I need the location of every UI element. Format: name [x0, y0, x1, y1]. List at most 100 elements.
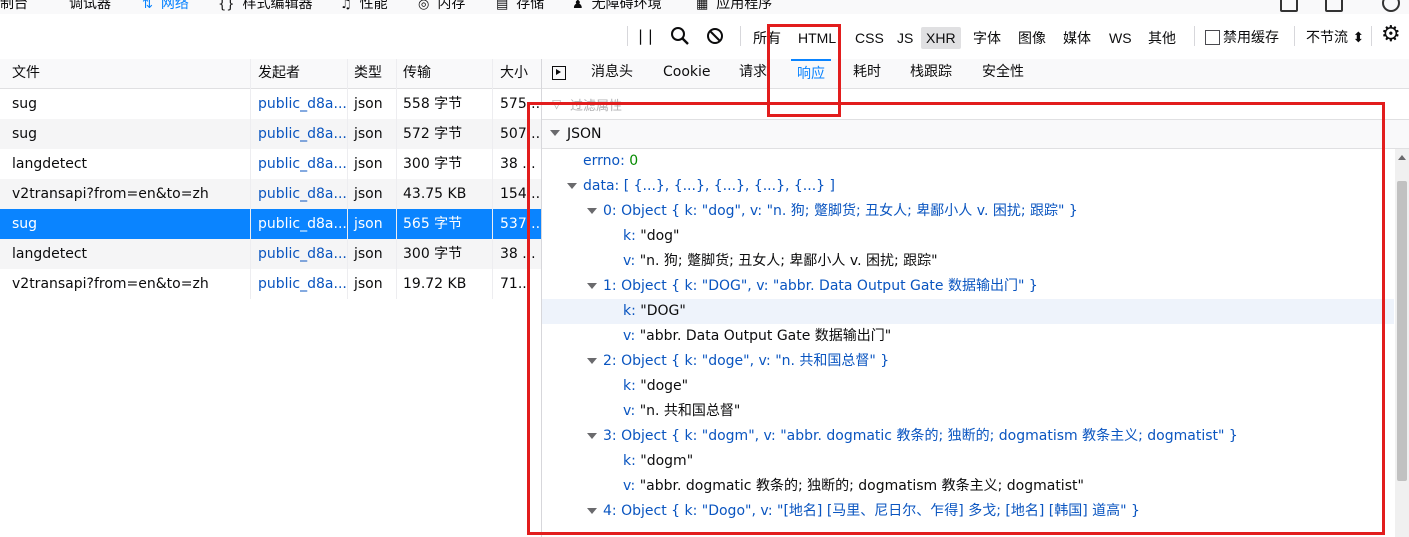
json-tree-node[interactable]: data: [ {...}, {...}, {...}, {...}, {...…	[542, 174, 1394, 199]
tab-memory[interactable]: ◎ 内存	[418, 0, 465, 13]
table-row[interactable]: v2transapi?from=en&to=zh public_d8a... jso…	[0, 179, 541, 209]
json-tree-node[interactable]: 3: Object { k: "dogm", v: "abbr. dogmati…	[542, 424, 1394, 449]
json-tree-node[interactable]: 0: Object { k: "dog", v: "n. 狗; 蹩脚货; 丑女人…	[542, 199, 1394, 224]
json-tree-node[interactable]: v: "n. 狗; 蹩脚货; 丑女人; 卑鄙小人 v. 困扰; 跟踪"	[542, 249, 1394, 274]
cell-file: v2transapi?from=en&to=zh	[12, 186, 209, 202]
network-icon: ⇅	[142, 0, 153, 12]
tab-style-editor[interactable]: {} 样式编辑器	[218, 0, 313, 13]
filter-media[interactable]: 媒体	[1058, 27, 1096, 49]
scroll-up-arrow-icon[interactable]	[1398, 155, 1406, 160]
header-transfer[interactable]: 传输	[391, 59, 491, 88]
expand-twisty-icon[interactable]	[587, 433, 597, 439]
json-separator: :	[611, 503, 622, 519]
json-key: v	[623, 328, 631, 344]
tab-storage[interactable]: ▤ 存储	[496, 0, 544, 13]
disable-cache-checkbox[interactable]	[1205, 30, 1220, 45]
json-tree-node[interactable]: 2: Object { k: "doge", v: "n. 共和国总督" }	[542, 349, 1394, 374]
tab-network[interactable]: ⇅ 网络	[142, 0, 189, 13]
gear-icon[interactable]: ⚙	[1381, 23, 1401, 47]
tab-debugger[interactable]: ⌒ 调试器	[48, 0, 111, 13]
json-separator: :	[611, 278, 622, 294]
filter-ws[interactable]: WS	[1104, 27, 1137, 49]
json-tree-node[interactable]: v: "abbr. dogmatic 教条的; 独断的; dogmatism 教…	[542, 474, 1394, 499]
search-icon[interactable]	[670, 26, 690, 51]
json-tree-node[interactable]: v: "abbr. Data Output Gate 数据输出门"	[542, 324, 1394, 349]
cell-initiator: public_d8a...	[258, 126, 346, 142]
performance-icon: ♫	[340, 0, 352, 12]
expand-twisty-icon[interactable]	[567, 183, 577, 189]
header-initiator[interactable]: 发起者	[246, 59, 346, 88]
expand-twisty-icon[interactable]	[587, 358, 597, 364]
filter-html[interactable]: HTML	[793, 27, 841, 49]
json-tree-node[interactable]: k: "dogm"	[542, 449, 1394, 474]
json-value: Object { k: "Dogo", v: "[地名] [马里、尼日尔、乍得]…	[621, 503, 1140, 519]
json-tree-node[interactable]: v: "n. 共和国总督"	[542, 399, 1394, 424]
column-divider	[396, 59, 397, 299]
filter-other[interactable]: 其他	[1143, 27, 1181, 49]
tab-headers[interactable]: 消息头	[585, 59, 639, 88]
tab-cookie[interactable]: Cookie	[657, 59, 717, 88]
cell-file: langdetect	[12, 246, 88, 262]
expand-twisty-icon[interactable]	[587, 208, 597, 214]
json-tree: errno: 0 data: [ {...}, {...}, {...}, {..…	[542, 149, 1394, 537]
toggle-sidebar-icon[interactable]	[552, 66, 566, 80]
disable-cache-label: 禁用缓存	[1223, 30, 1279, 46]
table-row[interactable]: v2transapi?from=en&to=zh public_d8a... jso…	[0, 269, 541, 299]
filter-js[interactable]: JS	[892, 27, 918, 49]
tab-security[interactable]: 安全性	[976, 59, 1030, 88]
filter-images[interactable]: 图像	[1013, 27, 1051, 49]
json-tree-node[interactable]: k: "dog"	[542, 224, 1394, 249]
tab-application[interactable]: ▦ 应用程序	[696, 0, 772, 13]
table-row[interactable]: langdetect public_d8a... json 300 字节 38 ...	[0, 239, 541, 269]
expand-twisty-icon[interactable]	[550, 130, 560, 136]
pause-icon[interactable]: | |	[638, 26, 653, 46]
table-row[interactable]: langdetect public_d8a... json 300 字节 38 ...	[0, 149, 541, 179]
json-tree-node[interactable]: 4: Object { k: "Dogo", v: "[地名] [马里、尼日尔、…	[542, 499, 1394, 524]
tab-performance[interactable]: ♫ 性能	[340, 0, 388, 13]
table-row[interactable]: sug public_d8a... json 565 字节 537...	[0, 209, 541, 239]
json-separator: :	[630, 328, 640, 344]
json-key: k	[623, 228, 632, 244]
json-section-header[interactable]: JSON	[542, 120, 1409, 149]
scrollbar[interactable]	[1395, 149, 1409, 537]
filter-css[interactable]: CSS	[850, 27, 889, 49]
application-icon: ▦	[696, 0, 709, 12]
responsive-mode-icon[interactable]	[1280, 0, 1298, 12]
header-size[interactable]: 大小	[488, 59, 541, 88]
header-file[interactable]: 文件	[0, 59, 251, 88]
tab-request[interactable]: 请求	[733, 59, 773, 88]
clear-icon[interactable]	[705, 26, 725, 51]
dock-icon[interactable]	[1325, 0, 1343, 12]
cell-transfer: 565 字节	[403, 216, 463, 232]
tab-response[interactable]: 响应	[791, 59, 831, 88]
json-key: errno	[583, 153, 621, 169]
json-tree-node[interactable]: 1: Object { k: "DOG", v: "abbr. Data Out…	[542, 274, 1394, 299]
accessibility-icon: ♟	[572, 0, 584, 12]
property-filter-input[interactable]	[568, 94, 1372, 116]
json-tree-node[interactable]: k: "doge"	[542, 374, 1394, 399]
tab-console[interactable]: 制台	[0, 0, 28, 13]
cell-initiator: public_d8a...	[258, 276, 346, 292]
json-tree-node[interactable]: k: "DOG"	[542, 299, 1394, 324]
tab-accessibility[interactable]: ♟ 无障碍环境	[572, 0, 662, 13]
throttle-select[interactable]: 不节流 ⬍	[1306, 28, 1364, 48]
table-row[interactable]: sug public_d8a... json 558 字节 575...	[0, 89, 541, 119]
expand-twisty-icon[interactable]	[587, 283, 597, 289]
scrollbar-thumb[interactable]	[1397, 181, 1407, 481]
cell-size: 38 ...	[500, 246, 536, 262]
filter-xhr[interactable]: XHR	[921, 27, 961, 49]
cell-transfer: 572 字节	[403, 126, 463, 142]
json-tree-node[interactable]: errno: 0	[542, 149, 1394, 174]
tab-timings[interactable]: 耗时	[847, 59, 887, 88]
json-key: v	[623, 403, 631, 419]
filter-fonts[interactable]: 字体	[968, 27, 1006, 49]
header-type[interactable]: 类型	[342, 59, 392, 88]
expand-twisty-icon[interactable]	[587, 508, 597, 514]
table-row[interactable]: sug public_d8a... json 572 字节 507...	[0, 119, 541, 149]
filter-all[interactable]: 所有	[748, 27, 786, 49]
tab-stack-trace[interactable]: 栈跟踪	[904, 59, 958, 88]
cell-initiator: public_d8a...	[258, 96, 346, 112]
close-icon[interactable]	[1382, 0, 1400, 12]
cell-type: json	[354, 96, 383, 112]
json-key: v	[623, 478, 631, 494]
